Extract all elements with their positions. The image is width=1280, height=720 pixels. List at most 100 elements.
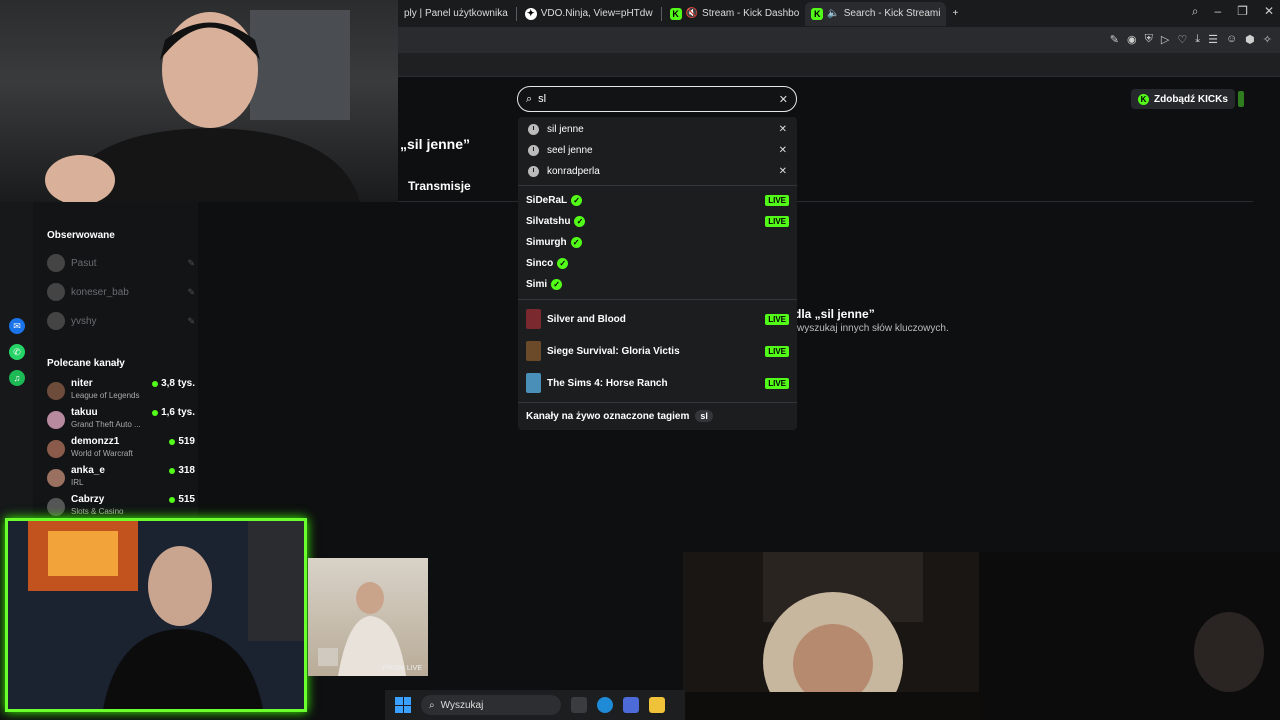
tab-vdo-ninja[interactable]: ✦ VDO.Ninja, View=pHTdw bbox=[519, 2, 659, 26]
clear-search-icon[interactable]: ✕ bbox=[779, 93, 788, 106]
channel-suggestion[interactable]: Simi ✓ bbox=[518, 274, 797, 295]
remove-history-icon[interactable]: ✕ bbox=[779, 124, 787, 135]
channel-category: League of Legends bbox=[71, 391, 140, 400]
kick-logo-icon: K bbox=[811, 7, 824, 20]
live-dot-icon bbox=[169, 438, 176, 445]
viewer-count-label: 515 bbox=[178, 494, 195, 505]
live-dot-icon bbox=[169, 467, 176, 474]
menu-icon[interactable]: ☰ bbox=[1208, 33, 1218, 46]
offline-icon: ✎ bbox=[187, 286, 195, 297]
live-badge: LIVE bbox=[765, 216, 789, 227]
category-name: Siege Survival: Gloria Victis bbox=[547, 345, 680, 357]
live-badge: LIVE bbox=[765, 377, 789, 389]
store-icon[interactable] bbox=[623, 697, 639, 713]
avatar bbox=[47, 498, 65, 516]
followed-channel[interactable]: koneser_bab ✎ bbox=[47, 283, 195, 301]
ai-icon[interactable]: ✧ bbox=[1263, 33, 1272, 46]
remove-history-icon[interactable]: ✕ bbox=[779, 166, 787, 177]
new-tab-button[interactable]: + bbox=[946, 2, 964, 26]
windows-start-icon[interactable] bbox=[395, 697, 411, 713]
browser-side-rail: ✉ ✆ ♫ bbox=[0, 202, 33, 520]
browser-tab-bar: ply | Panel użytkownika ✦ VDO.Ninja, Vie… bbox=[398, 0, 1280, 27]
shield-icon[interactable]: ⛨ bbox=[1145, 33, 1153, 46]
recommended-channel[interactable]: anka_e IRL 318 bbox=[47, 465, 195, 493]
recommended-channel[interactable]: takuu Grand Theft Auto ... 1,6 tys. bbox=[47, 407, 195, 435]
tab-panel-uzytkownika[interactable]: ply | Panel użytkownika bbox=[398, 2, 514, 26]
get-kicks-button[interactable]: K Zdobądź KICKs bbox=[1131, 89, 1235, 109]
viewer-count: 515 bbox=[169, 494, 195, 505]
search-suggestions-dropdown: sil jenne ✕ seel jenne ✕ konradperla ✕ S… bbox=[518, 117, 797, 430]
channel-category: IRL bbox=[71, 478, 84, 487]
avatar bbox=[47, 283, 65, 301]
channel-name: Simi bbox=[526, 279, 548, 290]
recommended-channel[interactable]: demonzz1 World of Warcraft 519 bbox=[47, 436, 195, 464]
category-suggestion[interactable]: Silver and Blood LIVE bbox=[518, 306, 797, 332]
followed-heading: Obserwowane bbox=[47, 230, 115, 241]
category-suggestion[interactable]: Siege Survival: Gloria Victis LIVE bbox=[518, 338, 797, 364]
extension-icon[interactable]: ⬢ bbox=[1245, 33, 1255, 46]
webcam-overlay-dark bbox=[979, 552, 1280, 720]
search-icon: ⌕ bbox=[526, 92, 533, 105]
dropdown-divider bbox=[518, 185, 797, 186]
muted-speaker-icon[interactable]: 🔇 bbox=[686, 8, 698, 19]
channel-suggestion[interactable]: Simurgh ✓ bbox=[518, 232, 797, 253]
verified-icon: ✓ bbox=[570, 237, 582, 248]
verified-icon: ✓ bbox=[551, 279, 563, 290]
kick-logo-icon: K bbox=[669, 7, 682, 20]
taskbar-search[interactable]: ⌕ Wyszukaj bbox=[421, 695, 561, 715]
live-dot-icon bbox=[152, 409, 159, 416]
history-item[interactable]: seel jenne ✕ bbox=[518, 140, 797, 161]
search-input[interactable] bbox=[538, 93, 773, 105]
spotify-icon[interactable]: ♫ bbox=[9, 370, 25, 386]
search-tabs-icon[interactable]: ⌕ bbox=[1192, 4, 1199, 19]
viewer-count-label: 519 bbox=[178, 436, 195, 447]
play-icon[interactable]: ▷ bbox=[1161, 33, 1169, 46]
tab-kick-dashboard[interactable]: K 🔇 Stream - Kick Dashbo bbox=[664, 2, 806, 26]
clock-icon bbox=[528, 166, 539, 177]
tag-pill: sl bbox=[695, 410, 713, 422]
channel-category: Grand Theft Auto ... bbox=[71, 420, 141, 429]
recommended-heading: Polecane kanały bbox=[47, 358, 125, 369]
game-thumbnail bbox=[526, 341, 541, 361]
edit-icon[interactable]: ✎ bbox=[1110, 33, 1119, 46]
category-suggestion[interactable]: The Sims 4: Horse Ranch LIVE bbox=[518, 370, 797, 396]
history-item[interactable]: sil jenne ✕ bbox=[518, 119, 797, 140]
channel-suggestion[interactable]: SiDeRaL ✓ LIVE bbox=[518, 190, 797, 211]
viewer-count: 1,6 tys. bbox=[152, 407, 195, 418]
clock-icon bbox=[528, 145, 539, 156]
webcam-person-silhouette bbox=[1194, 612, 1264, 692]
address-bar[interactable]: ✎ ◉ ⛨ ▷ ♡ ⤓ ☰ ☺ ⬢ ✧ bbox=[398, 27, 1280, 53]
speaker-icon[interactable]: 🔈 bbox=[827, 8, 839, 19]
search-field[interactable]: ⌕ ✕ bbox=[517, 86, 797, 112]
avatar bbox=[47, 382, 65, 400]
channel-name: Cabrzy bbox=[71, 494, 105, 505]
followed-channel[interactable]: yvshy ✎ bbox=[47, 312, 195, 330]
channel-suggestion[interactable]: Silvatshu ✓ LIVE bbox=[518, 211, 797, 232]
tab-transmisje[interactable]: Transmisje bbox=[408, 179, 471, 193]
messenger-icon[interactable]: ✉ bbox=[9, 318, 25, 334]
taskbar-search-label: Wyszukaj bbox=[440, 699, 484, 711]
history-item[interactable]: konradperla ✕ bbox=[518, 161, 797, 182]
camera-icon[interactable]: ◉ bbox=[1127, 33, 1137, 46]
edge-icon[interactable] bbox=[597, 697, 613, 713]
remove-history-icon[interactable]: ✕ bbox=[779, 145, 787, 156]
channel-name: takuu bbox=[71, 407, 98, 418]
channel-name: SiDeRaL bbox=[526, 195, 568, 206]
tag-search-row[interactable]: Kanały na żywo oznaczone tagiem sl bbox=[518, 404, 797, 428]
whatsapp-icon[interactable]: ✆ bbox=[9, 344, 25, 360]
file-explorer-icon[interactable] bbox=[649, 697, 665, 713]
close-icon[interactable]: ✕ bbox=[1264, 4, 1274, 19]
tab-label: ply | Panel użytkownika bbox=[404, 8, 508, 19]
channel-category: Slots & Casino bbox=[71, 507, 124, 516]
tab-kick-search[interactable]: K 🔈 Search - Kick Streami bbox=[805, 1, 947, 26]
followed-channel[interactable]: Pasut ✎ bbox=[47, 254, 195, 272]
heart-icon[interactable]: ♡ bbox=[1177, 33, 1187, 46]
restore-icon[interactable]: ❐ bbox=[1237, 4, 1248, 19]
recommended-channel[interactable]: niter League of Legends 3,8 tys. bbox=[47, 378, 195, 406]
channel-suggestion[interactable]: Sinco ✓ bbox=[518, 253, 797, 274]
minimize-icon[interactable]: – bbox=[1214, 4, 1221, 19]
profile-icon[interactable]: ☺ bbox=[1226, 33, 1237, 46]
download-icon[interactable]: ⤓ bbox=[1195, 33, 1200, 46]
channel-name: Sinco bbox=[526, 258, 554, 269]
task-view-icon[interactable] bbox=[571, 697, 587, 713]
